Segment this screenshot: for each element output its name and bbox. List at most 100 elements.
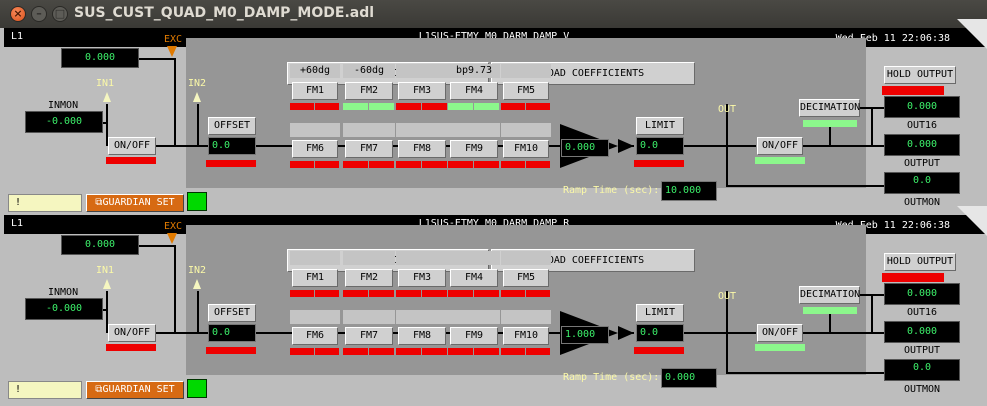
filter-label-fm2: [343, 251, 395, 265]
filter-label-fm5: [501, 251, 551, 265]
offset-button[interactable]: OFFSET: [208, 304, 256, 322]
filter-button-fm7[interactable]: FM7: [345, 140, 393, 158]
alarm-field: !: [8, 194, 82, 212]
filter-indicator-fm7: [369, 161, 394, 168]
filter-button-fm5[interactable]: FM5: [503, 269, 549, 287]
filter-button-fm2[interactable]: FM2: [345, 269, 393, 287]
filter-button-fm10[interactable]: FM10: [503, 327, 549, 345]
filter-indicator-fm2: [343, 103, 368, 110]
exc-label: EXC: [164, 221, 183, 232]
output-label: OUTPUT: [903, 345, 941, 356]
hold-output-indicator: [882, 273, 944, 282]
filter-button-fm1[interactable]: FM1: [292, 82, 338, 100]
filter-indicator-fm4: [474, 290, 499, 297]
filter-button-fm1[interactable]: FM1: [292, 269, 338, 287]
filter-button-fm4[interactable]: FM4: [450, 82, 498, 100]
window-minimize-button[interactable]: –: [31, 6, 47, 22]
outmon-label: OUTMON: [903, 197, 941, 208]
guardian-set-button[interactable]: ⧉GUARDIAN SET: [86, 194, 184, 212]
filter-label-fm4: [448, 251, 500, 265]
filter-button-fm8[interactable]: FM8: [398, 140, 446, 158]
output-onoff-indicator: [755, 157, 805, 164]
out-label: OUT: [718, 291, 737, 302]
filter-button-fm4[interactable]: FM4: [450, 269, 498, 287]
output-onoff-button[interactable]: ON/OFF: [757, 324, 803, 342]
filter-indicator-fm9: [474, 348, 499, 355]
window-maximize-button[interactable]: □: [52, 6, 68, 22]
filter-label-fm8: [396, 123, 448, 137]
outmon-readout: 0.0: [884, 359, 960, 381]
input-onoff-button[interactable]: ON/OFF: [108, 137, 156, 155]
filter-indicator-fm8: [422, 161, 447, 168]
filter-label-fm6: [290, 310, 340, 324]
out-label: OUT: [718, 104, 737, 115]
decimation-button[interactable]: DECIMATION: [799, 286, 860, 304]
out16-label: OUT16: [906, 120, 938, 131]
filter-label-fm10: [501, 123, 551, 137]
input-onoff-indicator: [106, 344, 156, 351]
input-onoff-button[interactable]: ON/OFF: [108, 324, 156, 342]
excmon-label: EXCMON: [80, 223, 117, 234]
filter-button-fm10[interactable]: FM10: [503, 140, 549, 158]
offset-entry[interactable]: 0.0: [208, 137, 256, 155]
limit-entry[interactable]: 0.0: [636, 137, 684, 155]
limit-button[interactable]: LIMIT: [636, 304, 684, 322]
in1-label: IN1: [96, 78, 115, 89]
filter-button-fm2[interactable]: FM2: [345, 82, 393, 100]
guardian-set-button[interactable]: ⧉GUARDIAN SET: [86, 381, 184, 399]
filter-label-fm3: [396, 251, 448, 265]
filter-button-fm8[interactable]: FM8: [398, 327, 446, 345]
limit-button[interactable]: LIMIT: [636, 117, 684, 135]
gain-entry[interactable]: 1.000: [561, 326, 609, 344]
limit-entry[interactable]: 0.0: [636, 324, 684, 342]
filter-button-fm3[interactable]: FM3: [398, 269, 446, 287]
filter-button-fm9[interactable]: FM9: [450, 327, 498, 345]
filter-indicator-fm8: [422, 348, 447, 355]
filter-indicator-fm2: [369, 103, 394, 110]
decimation-indicator: [803, 307, 857, 314]
filter-indicator-fm5: [526, 103, 550, 110]
filter-button-fm7[interactable]: FM7: [345, 327, 393, 345]
decimation-button[interactable]: DECIMATION: [799, 99, 860, 117]
in1-arrow-icon: [103, 92, 111, 102]
filter-button-fm3[interactable]: FM3: [398, 82, 446, 100]
guardian-set-label: GUARDIAN SET: [102, 384, 175, 395]
filter-indicator-fm1: [315, 103, 339, 110]
filter-indicator-fm8: [396, 348, 421, 355]
filter-button-fm9[interactable]: FM9: [450, 140, 498, 158]
filter-button-fm6[interactable]: FM6: [292, 140, 338, 158]
window-close-button[interactable]: ×: [10, 6, 26, 22]
gain-entry[interactable]: 0.000: [561, 139, 609, 157]
filter-indicator-fm6: [315, 348, 339, 355]
filter-indicator-fm3: [422, 103, 447, 110]
ramp-time-label: Ramp Time (sec):: [563, 185, 660, 196]
filter-indicator-fm2: [343, 290, 368, 297]
filter-label-fm8: [396, 310, 448, 324]
filter-indicator-fm9: [448, 161, 473, 168]
filter-label-fm9: [448, 123, 500, 137]
filter-indicator-fm3: [396, 103, 421, 110]
ramp-time-entry[interactable]: 10.000: [661, 181, 717, 201]
out16-label: OUT16: [906, 307, 938, 318]
guardian-set-label: GUARDIAN SET: [102, 197, 175, 208]
inmon-label: INMON: [48, 287, 79, 298]
out16-readout: 0.000: [884, 96, 960, 118]
in2-arrow-icon: [193, 92, 201, 102]
filter-label-fm7: [343, 310, 395, 324]
filter-indicator-fm9: [474, 161, 499, 168]
window-titlebar: × – □ SUS_CUST_QUAD_M0_DAMP_MODE.adl: [0, 0, 987, 28]
excmon-readout: 0.000: [61, 48, 139, 68]
filter-button-fm5[interactable]: FM5: [503, 82, 549, 100]
output-onoff-button[interactable]: ON/OFF: [757, 137, 803, 155]
filter-label-fm9: [448, 310, 500, 324]
ramp-time-entry[interactable]: 0.000: [661, 368, 717, 388]
offset-entry[interactable]: 0.0: [208, 324, 256, 342]
filter-indicator-fm3: [396, 290, 421, 297]
filter-button-fm6[interactable]: FM6: [292, 327, 338, 345]
alarm-field: !: [8, 381, 82, 399]
hold-output-button[interactable]: HOLD OUTPUT: [884, 66, 956, 84]
hold-output-button[interactable]: HOLD OUTPUT: [884, 253, 956, 271]
excmon-readout: 0.000: [61, 235, 139, 255]
offset-button[interactable]: OFFSET: [208, 117, 256, 135]
filter-label-fm1: [290, 251, 340, 265]
